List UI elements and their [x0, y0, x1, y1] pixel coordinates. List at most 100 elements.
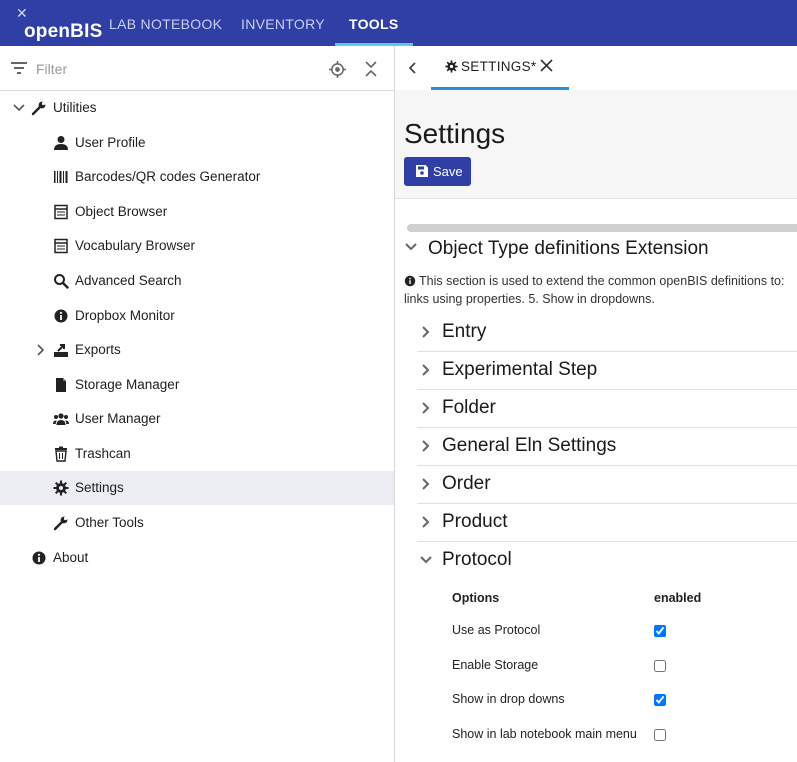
section-description-cont: links using properties. 5. Show in dropd…: [404, 292, 655, 306]
top-navigation-bar: ✕ openBIS LAB NOTEBOOK INVENTORY TOOLS: [0, 0, 797, 47]
sidebar-item-label: Exports: [75, 342, 121, 357]
sidebar-item-label: Settings: [75, 480, 124, 495]
tree-node-utilities[interactable]: Utilities: [0, 91, 394, 125]
wrench-icon: [53, 516, 68, 531]
chevron-right-icon[interactable]: [34, 343, 48, 357]
accordion-experimental-step[interactable]: Experimental Step: [417, 351, 797, 390]
chevron-down-icon[interactable]: [404, 240, 418, 254]
page-title: Settings: [404, 118, 506, 149]
sidebar-item-label: Barcodes/QR codes Generator: [75, 169, 261, 184]
collapse-all-icon[interactable]: [364, 61, 378, 77]
accordion-general-eln-settings[interactable]: General Eln Settings: [417, 427, 797, 466]
nav-tools[interactable]: TOOLS: [349, 0, 398, 46]
accordion-label: Protocol: [442, 549, 512, 570]
gear-icon: [53, 480, 69, 496]
gear-icon: [445, 60, 458, 73]
section-description: This section is used to extend the commo…: [419, 274, 785, 288]
accordion-folder[interactable]: Folder: [417, 389, 797, 428]
chevron-right-icon: [422, 402, 430, 414]
table-icon: [54, 204, 68, 220]
logo-text: openBIS: [24, 21, 103, 42]
sidebar-item-advanced-search[interactable]: Advanced Search: [0, 264, 394, 298]
accordion-product[interactable]: Product: [417, 503, 797, 542]
openbis-logo[interactable]: ✕ openBIS: [14, 6, 102, 42]
sidebar-item-about[interactable]: About: [0, 541, 394, 575]
option-label-show-in-drop-downs: Show in drop downs: [452, 692, 565, 706]
filter-icon: [11, 62, 27, 74]
tab-bar: SETTINGS*: [395, 46, 797, 91]
sidebar-item-settings[interactable]: Settings: [0, 471, 394, 505]
checkbox-use-as-protocol[interactable]: [654, 625, 666, 637]
save-icon: [416, 165, 428, 177]
tab-settings[interactable]: SETTINGS*: [431, 46, 569, 90]
sidebar: Utilities User Profile Barcodes/QR codes…: [0, 46, 395, 762]
chevron-right-icon: [422, 326, 430, 338]
accordion-label: General Eln Settings: [442, 435, 617, 456]
sidebar-item-object-browser[interactable]: Object Browser: [0, 195, 394, 229]
filter-bar: [0, 46, 394, 91]
chevron-down-icon: [420, 556, 432, 564]
accordion-label: Experimental Step: [442, 359, 598, 380]
enabled-column-header: enabled: [654, 591, 702, 605]
accordion-protocol[interactable]: Protocol: [417, 541, 797, 579]
sidebar-item-label: Other Tools: [75, 515, 144, 530]
checkbox-show-in-lab-notebook[interactable]: [654, 729, 666, 741]
save-button[interactable]: Save: [404, 157, 471, 186]
option-label-use-as-protocol: Use as Protocol: [452, 623, 541, 637]
wrench-icon: [31, 101, 46, 116]
nav-inventory[interactable]: INVENTORY: [241, 0, 325, 46]
accordion-label: Folder: [442, 397, 496, 418]
tab-label: SETTINGS*: [461, 59, 537, 74]
checkbox-enable-storage[interactable]: [654, 660, 666, 672]
nav-lab-notebook[interactable]: LAB NOTEBOOK: [109, 0, 222, 46]
sidebar-item-label: Dropbox Monitor: [75, 308, 175, 323]
sidebar-item-exports[interactable]: Exports: [0, 333, 394, 367]
checkbox-show-in-drop-downs[interactable]: [654, 694, 666, 706]
sidebar-item-storage-manager[interactable]: Storage Manager: [0, 368, 394, 402]
horizontal-scrollbar[interactable]: [407, 224, 797, 232]
info-icon: [404, 275, 416, 287]
sidebar-item-label: Advanced Search: [75, 273, 182, 288]
sidebar-item-label: Trashcan: [75, 446, 131, 461]
file-icon: [56, 378, 66, 392]
chevron-down-icon[interactable]: [12, 101, 26, 115]
save-label: Save: [433, 164, 463, 179]
sidebar-item-barcodes[interactable]: Barcodes/QR codes Generator: [0, 160, 394, 194]
table-icon: [54, 238, 68, 254]
accordion-label: Entry: [442, 321, 487, 342]
filter-input[interactable]: [34, 58, 308, 80]
option-label-show-in-lab-notebook: Show in lab notebook main menu: [452, 727, 637, 741]
accordion-entry[interactable]: Entry: [417, 313, 797, 352]
section-title[interactable]: Object Type definitions Extension: [428, 238, 709, 260]
sidebar-item-user-manager[interactable]: User Manager: [0, 402, 394, 436]
sidebar-item-other-tools[interactable]: Other Tools: [0, 506, 394, 540]
sidebar-item-user-profile[interactable]: User Profile: [0, 126, 394, 160]
tree-label-utilities: Utilities: [53, 100, 97, 115]
barcode-icon: [54, 171, 68, 183]
locate-icon[interactable]: [329, 61, 346, 78]
user-icon: [54, 136, 68, 150]
accordion-label: Product: [442, 511, 508, 532]
page-header: Settings Save: [395, 90, 797, 199]
sidebar-item-label: About: [53, 550, 89, 565]
sidebar-item-vocabulary-browser[interactable]: Vocabulary Browser: [0, 229, 394, 263]
info-icon: [32, 551, 46, 565]
search-icon: [54, 274, 69, 289]
option-label-enable-storage: Enable Storage: [452, 658, 539, 672]
accordion-label: Order: [442, 473, 491, 494]
trash-icon: [55, 446, 67, 462]
close-icon[interactable]: [540, 59, 553, 72]
sidebar-item-label: Storage Manager: [75, 377, 180, 392]
sidebar-item-label: User Manager: [75, 411, 161, 426]
main-content: SETTINGS* Settings Save Object Type defi…: [395, 46, 797, 762]
chevron-right-icon: [422, 516, 430, 528]
sidebar-item-label: Vocabulary Browser: [75, 238, 196, 253]
info-icon: [54, 309, 68, 323]
accordion-order[interactable]: Order: [417, 465, 797, 504]
sidebar-item-dropbox-monitor[interactable]: Dropbox Monitor: [0, 299, 394, 333]
chevron-right-icon: [422, 364, 430, 376]
users-icon: [53, 413, 69, 425]
chevron-left-icon[interactable]: [407, 61, 419, 75]
sidebar-item-label: User Profile: [75, 135, 146, 150]
sidebar-item-trashcan[interactable]: Trashcan: [0, 437, 394, 471]
